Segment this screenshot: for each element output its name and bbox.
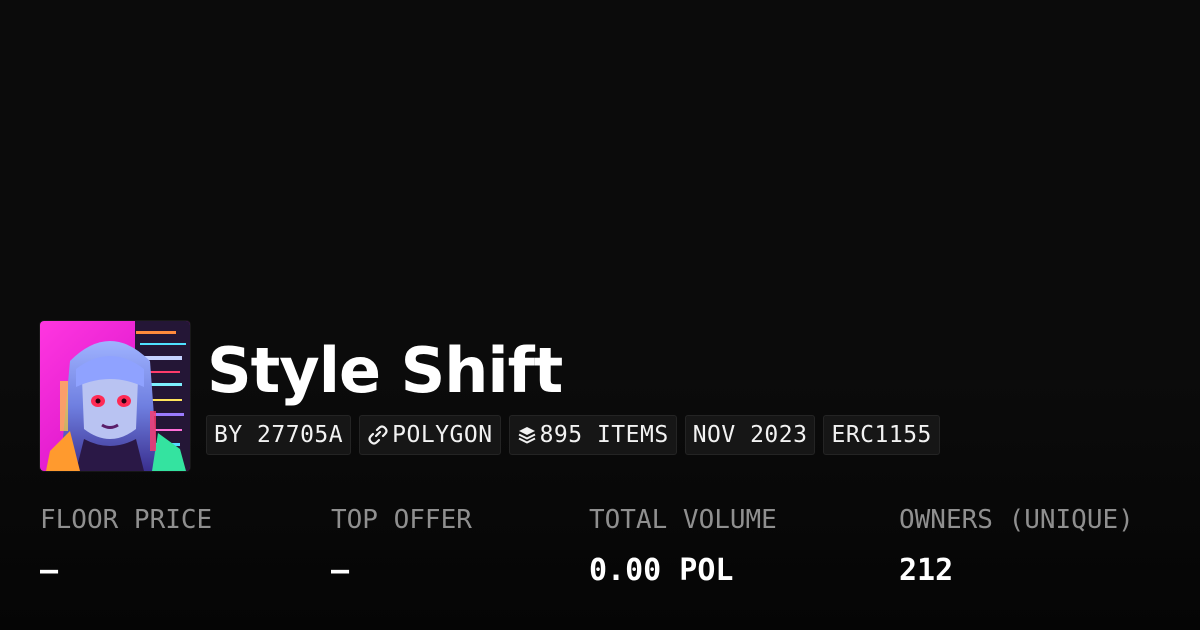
creator-badge-label: BY 27705A	[214, 422, 344, 448]
owners-label: OWNERS (UNIQUE)	[899, 505, 1134, 535]
creator-badge[interactable]: BY 27705A	[206, 415, 352, 455]
top-offer-value: —	[331, 553, 350, 588]
total-volume-stat: TOTAL VOLUME 0.00 POL	[589, 500, 777, 592]
standard-badge: ERC1155	[823, 415, 940, 455]
collection-header: Style Shift BY 27705A POLYGON 895 ITEMS …	[40, 321, 1160, 471]
date-badge: NOV 2023	[684, 415, 816, 455]
collection-avatar	[40, 321, 190, 471]
owners-stat: OWNERS (UNIQUE) 212	[899, 500, 1134, 592]
polygon-link-icon	[367, 424, 389, 446]
owners-value: 212	[899, 553, 954, 588]
floor-price-value: —	[40, 553, 59, 588]
chain-badge[interactable]: POLYGON	[359, 415, 501, 455]
layers-stack-icon	[517, 425, 537, 445]
items-badge-label: 895 ITEMS	[539, 422, 669, 448]
total-volume-label: TOTAL VOLUME	[589, 505, 777, 535]
date-badge-label: NOV 2023	[692, 422, 808, 448]
top-offer-label: TOP OFFER	[331, 505, 472, 535]
total-volume-value: 0.00 POL	[589, 553, 734, 588]
floor-price-stat: FLOOR PRICE —	[40, 500, 212, 592]
items-badge[interactable]: 895 ITEMS	[508, 415, 677, 455]
collection-card: Style Shift BY 27705A POLYGON 895 ITEMS …	[0, 0, 1200, 630]
top-offer-stat: TOP OFFER —	[331, 500, 472, 592]
chain-badge-label: POLYGON	[392, 422, 493, 448]
collection-badges: BY 27705A POLYGON 895 ITEMS NOV 2023 ERC…	[206, 415, 940, 455]
collection-stats: FLOOR PRICE — TOP OFFER — TOTAL VOLUME 0…	[0, 500, 1200, 600]
collection-title: Style Shift	[207, 334, 563, 407]
standard-badge-label: ERC1155	[831, 422, 932, 448]
floor-price-label: FLOOR PRICE	[40, 505, 213, 535]
